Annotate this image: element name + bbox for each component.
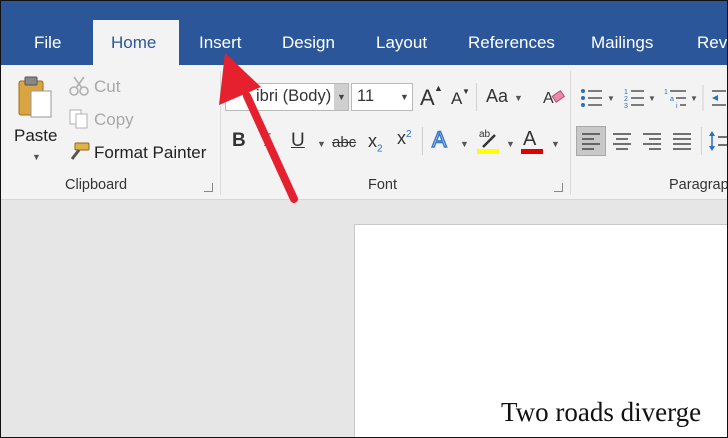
arrow-annotation-icon — [219, 53, 298, 203]
word-window: File Home Insert Design Layout Reference… — [0, 0, 728, 438]
